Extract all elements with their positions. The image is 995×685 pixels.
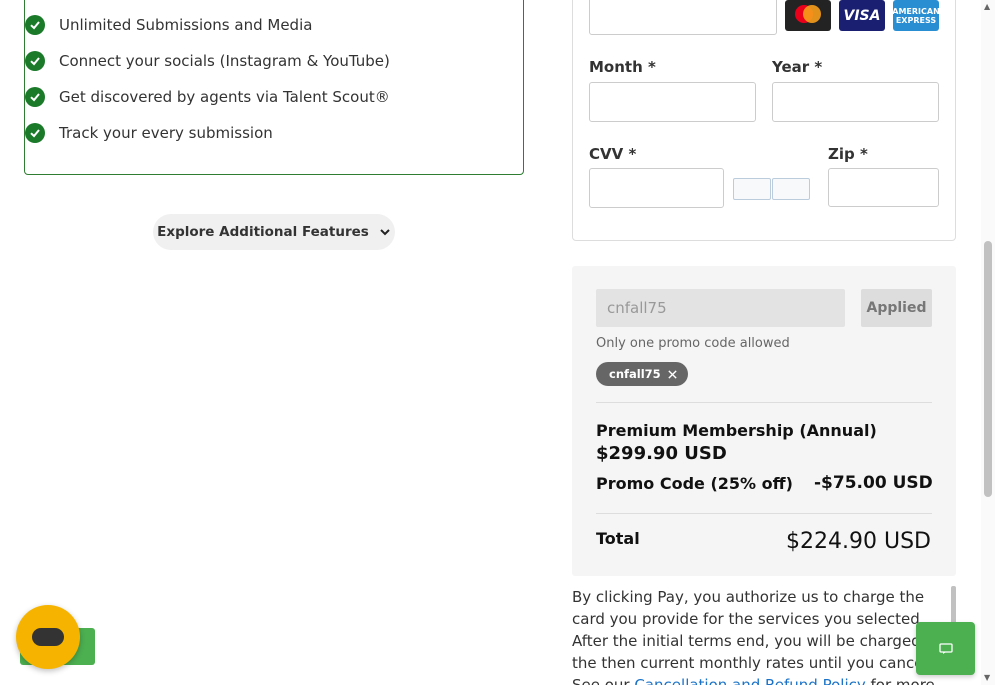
feature-item: Unlimited Submissions and Media: [25, 15, 312, 35]
scroll-down-icon[interactable]: ▼: [984, 673, 990, 682]
refund-policy-link[interactable]: Cancellation and Refund Policy: [634, 676, 865, 685]
explore-features-button[interactable]: Explore Additional Features: [153, 214, 395, 250]
visa-logo: VISA: [839, 0, 885, 31]
message-icon: [938, 642, 953, 654]
close-icon[interactable]: [667, 369, 678, 380]
scroll-up-icon[interactable]: ▲: [984, 2, 990, 11]
card-number-input[interactable]: [589, 0, 777, 35]
feature-item: Connect your socials (Instagram & YouTub…: [25, 51, 390, 71]
feedback-button[interactable]: [916, 622, 975, 675]
cvv-card-front-icon: [733, 178, 771, 200]
feature-label: Track your every submission: [59, 124, 273, 142]
promo-line-amount: -$75.00 USD: [814, 473, 933, 493]
year-label: Year *: [772, 58, 823, 76]
feature-label: Unlimited Submissions and Media: [59, 16, 313, 34]
promo-note: Only one promo code allowed: [596, 336, 790, 351]
promo-line-label: Promo Code (25% off): [596, 474, 793, 493]
explore-features-label: Explore Additional Features: [157, 224, 369, 240]
zip-input[interactable]: [828, 168, 939, 207]
year-input[interactable]: [772, 82, 939, 122]
month-input[interactable]: [589, 82, 756, 122]
feature-item: Track your every submission: [25, 123, 273, 143]
checkmark-icon: [25, 51, 45, 71]
chevron-down-icon: [380, 229, 390, 236]
cvv-label: CVV *: [589, 145, 637, 163]
item-name: Premium Membership (Annual): [596, 421, 877, 440]
checkmark-icon: [25, 15, 45, 35]
total-amount: $224.90 USD: [786, 529, 931, 554]
page-scrollbar-thumb[interactable]: [984, 241, 992, 497]
payment-disclaimer: By clicking Pay, you authorize us to cha…: [572, 586, 944, 685]
promo-code-input[interactable]: [596, 289, 845, 327]
zip-label: Zip *: [828, 145, 868, 163]
promo-chip-label: cnfall75: [609, 367, 661, 381]
feature-label: Connect your socials (Instagram & YouTub…: [59, 52, 390, 70]
cvv-card-back-icon: [772, 178, 810, 200]
checkmark-icon: [25, 87, 45, 107]
summary-divider: [596, 402, 932, 403]
promo-applied-button[interactable]: Applied: [861, 289, 932, 327]
checkmark-icon: [25, 123, 45, 143]
month-label: Month *: [589, 58, 656, 76]
item-price: $299.90 USD: [596, 443, 727, 464]
feature-label: Get discovered by agents via Talent Scou…: [59, 88, 390, 106]
summary-divider: [596, 513, 932, 514]
chat-bubble-icon: [32, 628, 64, 646]
feature-item: Get discovered by agents via Talent Scou…: [25, 87, 390, 107]
chat-button[interactable]: [16, 605, 80, 669]
mastercard-logo: [785, 0, 831, 31]
cvv-input[interactable]: [589, 168, 724, 208]
total-label: Total: [596, 529, 640, 548]
amex-logo: AMERICAN EXPRESS: [892, 0, 940, 31]
promo-chip[interactable]: cnfall75: [596, 362, 688, 386]
